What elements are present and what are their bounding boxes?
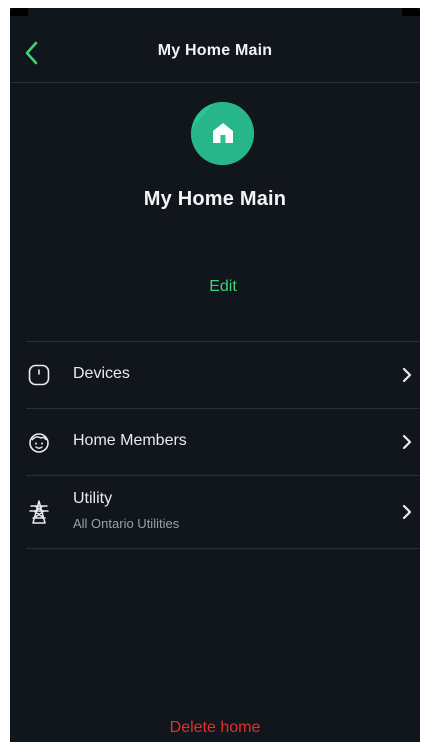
page-title: My Home Main — [157, 42, 273, 59]
chevron-right-icon — [402, 367, 412, 383]
home-avatar — [191, 102, 254, 165]
edit-button[interactable]: Edit — [180, 274, 266, 300]
menu-item-utility[interactable]: Utility All Ontario Utilities — [26, 476, 420, 549]
delete-home-button[interactable]: Delete home — [10, 719, 420, 737]
home-icon — [213, 123, 233, 143]
home-settings-menu: Devices Home Members Utility All Ontario… — [26, 341, 420, 549]
chevron-right-icon — [402, 504, 412, 520]
menu-item-label: Home Members — [73, 432, 187, 449]
top-bar: My Home Main — [10, 8, 420, 83]
phone-screen: My Home Main My Home Main Edit Devices H… — [10, 8, 420, 742]
home-name: My Home Main — [143, 188, 287, 210]
menu-item-devices[interactable]: Devices — [26, 342, 420, 409]
members-icon — [29, 433, 49, 453]
menu-item-label: Utility — [73, 490, 113, 507]
menu-item-label: Devices — [73, 365, 130, 382]
menu-item-home-members[interactable]: Home Members — [26, 409, 420, 476]
power-tower-icon — [29, 500, 49, 524]
menu-item-sublabel: All Ontario Utilities — [73, 516, 180, 531]
chevron-right-icon — [402, 434, 412, 450]
device-icon — [28, 364, 50, 386]
